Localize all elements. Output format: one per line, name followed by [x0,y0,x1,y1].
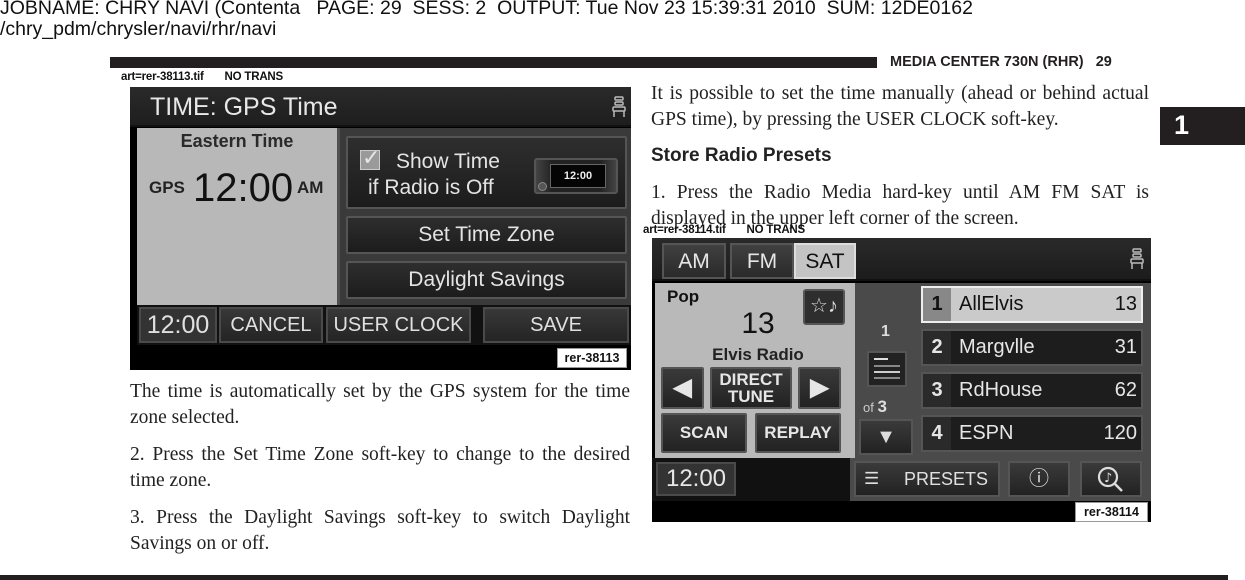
paragraph-daylight-savings: 3. Press the Daylight Savings soft-key t… [130,507,630,554]
music-search-button[interactable]: ♪ [1080,461,1142,497]
preset-channel: 13 [1114,293,1137,315]
channel-name: Elvis Radio [712,345,804,364]
page-total: 3 [877,397,887,416]
clock-display: 12:00 [139,307,217,343]
preset-page-panel: 1 of 3 ▼ [855,283,918,458]
user-clock-button[interactable]: USER CLOCK [326,307,471,343]
checkbox-checked-icon[interactable] [360,145,380,171]
tab-fm[interactable]: FM [730,243,794,279]
next-channel-button[interactable]: ▶ [798,367,841,409]
preset-name: Margvlle [959,336,1035,358]
bottom-bar: 12:00 ☰ PRESETS ⓘ ♪ [652,458,1151,501]
screen-header: TIME: GPS Time [130,87,631,127]
page-indicator: of 3 [863,397,887,417]
direct-tune-label-2: TUNE [727,387,775,406]
svg-text:♪: ♪ [1104,471,1112,486]
figure1-art-label: art=rer-38113.tif NO TRANS [121,71,284,83]
settings-panel: Show Time if Radio is Off 12:00 Set Time… [337,128,631,305]
chapter-tab: 1 [1160,107,1245,145]
save-button[interactable]: SAVE [483,307,629,343]
band-tabs-bar: AM FM SAT [652,238,1151,281]
preset-channel: 62 [1114,379,1137,401]
print-job-path: /chry_pdm/chrysler/navi/rhr/navi [0,18,277,40]
channel-number: 13 [741,307,775,340]
info-button[interactable]: ⓘ [1008,461,1070,497]
seat-icon [612,96,626,117]
figure-ref-tag: rer-38113 [557,348,627,368]
preset-item[interactable]: 3 RdHouse 62 [921,372,1143,409]
preset-list: 1 AllElvis 13 2 Margvlle 31 3 RdHouse 62… [918,283,1151,458]
previous-channel-button[interactable]: ◀ [661,367,704,409]
page-header-bar [110,57,877,68]
presets-list-icon: ☰ [864,469,880,488]
screen-title: TIME: GPS Time [150,93,338,121]
cancel-button[interactable]: CANCEL [219,307,323,343]
page-down-button[interactable]: ▼ [859,419,913,455]
print-job-line: JOBNAME: CHRY NAVI (Contenta PAGE: 29 SE… [0,0,973,19]
genre-label: Pop [667,287,700,306]
presets-label: PRESETS [904,469,989,489]
replay-button[interactable]: REPLAY [755,413,841,453]
figure2-art-label: art=rer-38114.tif NO TRANS [643,224,806,236]
ampm-label: AM [297,178,324,197]
set-time-zone-button[interactable]: Set Time Zone [346,216,627,254]
daylight-savings-button[interactable]: Daylight Savings [346,261,627,299]
preset-number: 4 [923,417,951,450]
preset-name: AllElvis [959,293,1024,315]
bottom-bar: 12:00 CANCEL USER CLOCK SAVE [137,305,631,345]
clock-display: 12:00 [656,462,736,496]
down-arrow-icon: ▼ [876,426,896,448]
gps-clock: 12:00 [193,166,294,210]
info-icon: ⓘ [1029,468,1049,490]
direct-tune-button[interactable]: DIRECT TUNE [710,367,792,409]
section-heading: Store Radio Presets [651,145,832,166]
show-time-label-1: Show Time [396,150,500,173]
tab-sat[interactable]: SAT [794,243,856,279]
radio-clock-icon: 12:00 [534,158,618,194]
page-footer-bar [0,575,1228,580]
bottom-controls: ☰ PRESETS ⓘ ♪ [850,458,1151,501]
show-time-toggle[interactable]: Show Time if Radio is Off 12:00 [346,136,627,209]
preset-item[interactable]: 1 AllElvis 13 [921,286,1143,323]
chapter-number: 1 [1174,110,1190,140]
tab-am[interactable]: AM [662,243,726,279]
preset-number: 3 [923,374,951,407]
paragraph-user-clock: It is possible to set the time manually … [651,83,1149,130]
presets-button[interactable]: ☰ PRESETS [854,461,1000,497]
page-of-label: of [863,400,874,415]
scan-button[interactable]: SCAN [661,413,747,453]
page-current: 1 [881,323,890,340]
preset-channel: 120 [1103,422,1137,444]
preset-name: ESPN [959,422,1014,444]
left-arrow-icon: ◀ [673,374,692,401]
gps-label: GPS [149,178,185,197]
preset-number: 2 [923,331,951,364]
radio-clock-face: 12:00 [550,164,606,188]
preset-item[interactable]: 2 Margvlle 31 [921,329,1143,366]
right-arrow-icon: ▶ [810,374,829,401]
preset-list-icon[interactable] [867,351,907,387]
preset-channel: 31 [1114,336,1137,358]
sat-radio-screen: AM FM SAT Pop ☆♪ 13 Elvis Radio ◀ DIRECT… [652,238,1151,522]
show-time-label-2: if Radio is Off [368,176,494,199]
seat-icon [1130,248,1144,269]
figure-ref-tag: rer-38114 [1075,502,1148,522]
paragraph-set-time-zone: 2. Press the Set Time Zone soft-key to c… [130,444,630,491]
timezone-label: Eastern Time [180,131,294,151]
time-display-panel: Eastern Time GPS 12:00 AM [137,128,337,305]
preset-item[interactable]: 4 ESPN 120 [921,415,1143,452]
now-playing-panel: Pop ☆♪ 13 Elvis Radio ◀ DIRECT TUNE ▶ SC… [655,283,855,458]
radio-knob-icon [538,182,547,191]
music-search-icon: ♪ [1097,466,1123,492]
preset-name: RdHouse [959,379,1043,401]
page-header-title: MEDIA CENTER 730N (RHR) 29 [890,54,1112,70]
preset-number: 1 [923,288,951,321]
paragraph-gps-auto: The time is automatically set by the GPS… [130,381,630,428]
direct-tune-label-1: DIRECT [719,370,783,389]
gps-time-screen: TIME: GPS Time Eastern Time GPS 12:00 AM… [130,87,631,370]
